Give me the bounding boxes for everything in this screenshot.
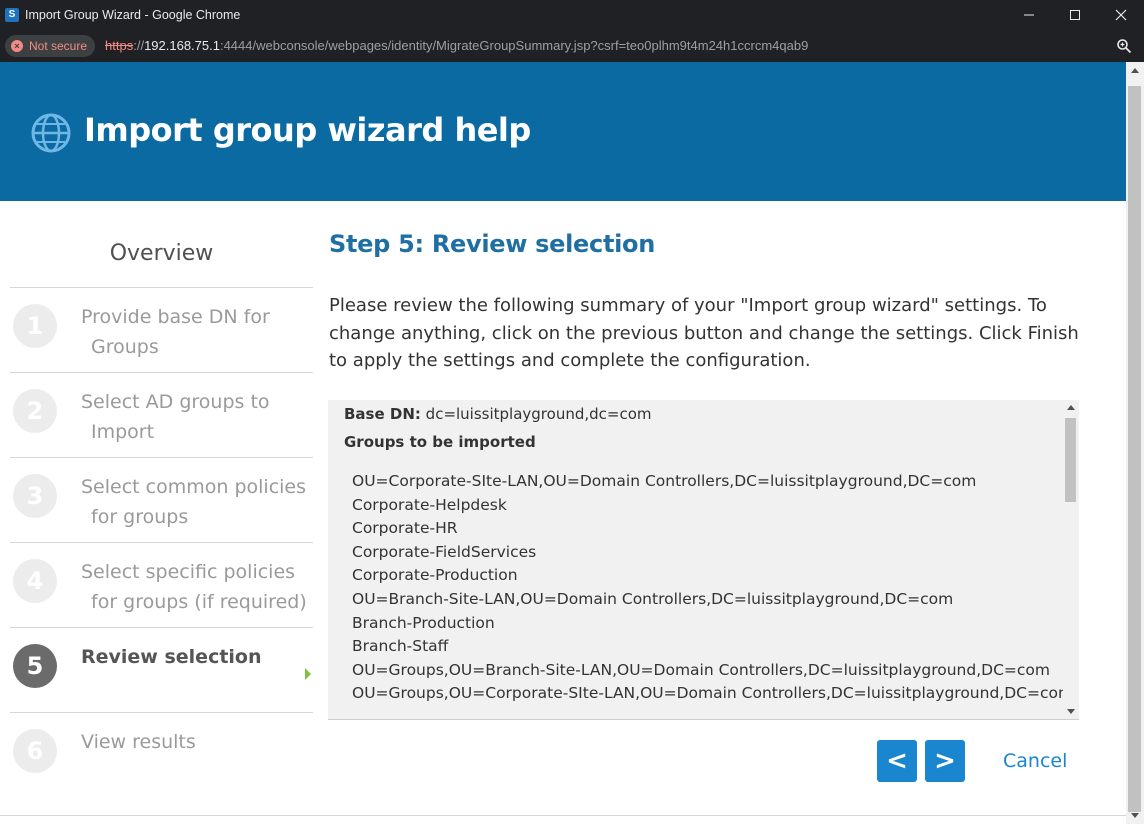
previous-button[interactable]: < xyxy=(877,740,917,782)
step-label-line1: Select specific policies xyxy=(81,561,296,583)
step-number-badge: 6 xyxy=(13,729,57,773)
group-item: Corporate-Production xyxy=(352,566,518,585)
url-path: :4444/webconsole/webpages/identity/Migra… xyxy=(219,38,809,53)
window-titlebar: S Import Group Wizard - Google Chrome xyxy=(0,0,1144,29)
step-label-line2: for groups (if required) xyxy=(91,591,307,613)
summary-scrollbar[interactable] xyxy=(1063,400,1079,719)
close-icon xyxy=(1115,9,1127,20)
url-separator: :// xyxy=(133,38,145,53)
scroll-up-icon[interactable] xyxy=(1131,68,1139,73)
step-heading: Step 5: Review selection xyxy=(329,230,656,258)
minimize-button[interactable] xyxy=(1006,0,1052,29)
next-button[interactable]: > xyxy=(925,740,965,782)
step-label: View results xyxy=(81,727,313,757)
step-label-line1: Review selection xyxy=(81,646,262,668)
window-controls xyxy=(1006,0,1144,29)
step-label: Review selection xyxy=(81,642,313,672)
maximize-button[interactable] xyxy=(1052,0,1098,29)
intro-text: Please review the following summary of y… xyxy=(329,295,1079,371)
step-label-line1: Provide base DN for xyxy=(81,306,270,328)
group-item: OU=Groups,OU=Branch-Site-LAN,OU=Domain C… xyxy=(352,660,1050,679)
group-item: Corporate-FieldServices xyxy=(352,542,537,561)
step-number-badge: 3 xyxy=(13,474,57,518)
url-host: 192.168.75.1 xyxy=(144,38,220,53)
minimize-icon xyxy=(1024,14,1034,15)
url-scheme: https xyxy=(105,38,134,53)
step-label-line2: Groups xyxy=(91,336,159,358)
group-item: OU=Branch-Site-LAN,OU=Domain Controllers… xyxy=(352,589,954,608)
group-item: Corporate-Helpdesk xyxy=(352,495,507,514)
scroll-up-icon[interactable] xyxy=(1067,405,1075,410)
page-title: Import group wizard help xyxy=(84,111,531,149)
sidebar-step-3[interactable]: 3 Select common policies for groups xyxy=(10,458,313,543)
group-item: Branch-Staff xyxy=(352,637,449,656)
step-label: Select common policies for groups xyxy=(81,472,313,532)
group-item: Branch-Production xyxy=(352,613,495,632)
summary-scrollbar-thumb[interactable] xyxy=(1065,418,1076,502)
page-header: Import group wizard help xyxy=(0,62,1126,201)
group-item: OU=Groups,OU=Corporate-SIte-LAN,OU=Domai… xyxy=(352,684,1074,703)
step-label: Provide base DN for Groups xyxy=(81,302,313,362)
base-dn-label: Base DN: xyxy=(344,405,421,423)
globe-icon xyxy=(31,113,71,153)
security-label: Not secure xyxy=(29,38,88,53)
step-number-badge: 4 xyxy=(13,559,57,603)
steps-sidebar: Overview 1 Provide base DN for Groups 2 … xyxy=(10,201,313,798)
close-window-button[interactable] xyxy=(1098,0,1144,29)
step-label-line1: View results xyxy=(81,731,196,753)
step-label-line1: Select AD groups to xyxy=(81,391,270,413)
summary-content: Base DN: dc=luissitplayground,dc=com Gro… xyxy=(344,404,1074,706)
cancel-link[interactable]: Cancel xyxy=(1003,750,1067,772)
summary-box[interactable]: Base DN: dc=luissitplayground,dc=com Gro… xyxy=(328,400,1079,720)
sidebar-step-5[interactable]: 5 Review selection xyxy=(10,628,313,713)
footer-divider xyxy=(0,815,1126,816)
step-number-badge: 1 xyxy=(13,304,57,348)
warning-icon: × xyxy=(11,39,23,52)
window-title: Import Group Wizard - Google Chrome xyxy=(25,7,241,22)
sidebar-step-1[interactable]: 1 Provide base DN for Groups xyxy=(10,288,313,373)
security-indicator[interactable]: × Not secure xyxy=(5,34,96,57)
step-label-line2: for groups xyxy=(91,506,189,528)
step-label: Select AD groups to Import xyxy=(81,387,313,447)
group-item: Corporate-HR xyxy=(352,519,458,538)
step-number-badge: 5 xyxy=(13,644,57,688)
scroll-down-icon[interactable] xyxy=(1131,813,1139,818)
groups-heading: Groups to be imported xyxy=(344,433,536,451)
active-step-arrow-icon xyxy=(305,668,311,680)
scrollbar-thumb[interactable] xyxy=(1128,86,1141,812)
url-text[interactable]: https://192.168.75.1:4444/webconsole/web… xyxy=(105,38,808,53)
address-bar[interactable]: × Not secure https://192.168.75.1:4444/w… xyxy=(0,29,1144,62)
step-label-line2: Import xyxy=(91,421,155,443)
zoom-icon[interactable] xyxy=(1116,38,1132,54)
step-label: Select specific policies for groups (if … xyxy=(81,557,313,617)
base-dn-value: dc=luissitplayground,dc=com xyxy=(425,405,652,423)
group-item: OU=Corporate-SIte-LAN,OU=Domain Controll… xyxy=(352,472,977,490)
sidebar-step-2[interactable]: 2 Select AD groups to Import xyxy=(10,373,313,458)
sidebar-step-6[interactable]: 6 View results xyxy=(10,713,313,798)
page-scrollbar[interactable] xyxy=(1126,62,1144,824)
maximize-icon xyxy=(1070,9,1080,20)
scroll-down-icon[interactable] xyxy=(1067,709,1075,714)
base-dn-row: Base DN: dc=luissitplayground,dc=com xyxy=(344,404,1062,432)
app-icon: S xyxy=(5,7,19,22)
step-number-badge: 2 xyxy=(13,389,57,433)
sidebar-step-4[interactable]: 4 Select specific policies for groups (i… xyxy=(10,543,313,628)
step-label-line1: Select common policies xyxy=(81,476,307,498)
sidebar-overview-heading: Overview xyxy=(10,201,313,288)
